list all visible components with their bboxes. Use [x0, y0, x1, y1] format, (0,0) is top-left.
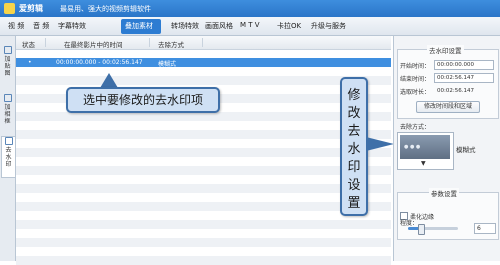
app-window: 爱剪辑 最易用、强大的视频剪辑软件 视 频 音 频 字幕特效 叠加素材 转场特效…: [0, 0, 500, 265]
menu-karaoke[interactable]: 卡拉OK: [277, 21, 301, 31]
empty-row: [16, 238, 391, 247]
frame-icon: [3, 94, 12, 102]
empty-row: [16, 112, 391, 121]
tab-add-frame-label: 加相框: [4, 104, 11, 125]
empty-row: [16, 220, 391, 229]
intensity-input[interactable]: 6: [474, 223, 496, 234]
start-time-label: 开始时间：: [400, 63, 431, 70]
row-status: •: [28, 59, 32, 66]
empty-row: [16, 184, 391, 193]
callout-pointer: [366, 137, 394, 151]
tab-remove-watermark[interactable]: 去水印: [1, 136, 15, 178]
duration-value: 00:02:56.147: [437, 88, 474, 94]
modify-time-region-button[interactable]: 修改时间段和区域: [416, 101, 480, 113]
table-header: 状态 在最终影片中的时间 去除方式: [16, 36, 391, 50]
callout-modify-settings: 修改去水印设置: [340, 77, 368, 216]
menu-video[interactable]: 视 频: [8, 21, 24, 31]
column-method[interactable]: 去除方式: [158, 39, 184, 49]
side-tabs: 加贴图 加相框 去水印: [0, 36, 16, 261]
row-method: 模糊式: [158, 61, 177, 68]
tab-add-frame[interactable]: 加相框: [1, 94, 14, 125]
preview-placeholder-icon: ● ● ●: [404, 144, 421, 150]
menu-transitions[interactable]: 转场特效: [171, 21, 199, 31]
section-title: 去水印设置: [427, 45, 464, 55]
method-value: 模糊式: [456, 146, 476, 154]
tab-add-sticker[interactable]: 加贴图: [1, 46, 14, 77]
menu-audio[interactable]: 音 频: [33, 21, 49, 31]
column-time[interactable]: 在最终影片中的时间: [64, 39, 123, 49]
column-divider: [45, 38, 46, 47]
app-tagline: 最易用、强大的视频剪辑软件: [60, 5, 151, 13]
empty-row: [16, 76, 391, 85]
app-name: 爱剪辑: [19, 4, 43, 13]
app-logo-icon: [4, 3, 15, 14]
menu-mtv[interactable]: M T V: [240, 21, 260, 29]
end-time-label: 结束时间：: [400, 76, 431, 83]
table-row[interactable]: • 00:00:00.000 - 00:02:56.147 模糊式: [16, 58, 391, 68]
callout-select-item: 选中要修改的去水印项: [66, 87, 220, 113]
intensity-slider-thumb[interactable]: [417, 224, 425, 235]
chevron-down-icon[interactable]: ▼: [421, 160, 426, 167]
method-label: 去除方式：: [400, 124, 431, 131]
tab-remove-watermark-label: 去水印: [5, 147, 12, 168]
method-preview-image: ● ● ●: [400, 135, 450, 159]
callout-pointer: [100, 73, 118, 88]
intensity-label: 程度：: [400, 220, 419, 227]
empty-row: [16, 148, 391, 157]
empty-row: [16, 166, 391, 175]
watermark-settings-panel: 去水印设置 开始时间： 00:00:00.000 结束时间： 00:02:56.…: [393, 36, 500, 261]
sticker-icon: [3, 46, 12, 54]
row-time: 00:00:00.000 - 00:02:56.147: [56, 59, 143, 66]
tab-add-sticker-label: 加贴图: [4, 56, 11, 77]
params-title: 参数设置: [429, 188, 459, 198]
column-divider: [202, 38, 203, 47]
empty-row: [16, 130, 391, 139]
menu-picture-style[interactable]: 画面风格: [205, 21, 233, 31]
title-bar: 爱剪辑 最易用、强大的视频剪辑软件: [0, 0, 500, 17]
menu-overlay-materials[interactable]: 叠加素材: [125, 21, 153, 31]
end-time-field[interactable]: 00:02:56.147: [434, 73, 494, 83]
watermark-icon: [4, 137, 13, 145]
column-divider: [149, 38, 150, 47]
empty-row: [16, 202, 391, 211]
watermark-list: 状态 在最终影片中的时间 去除方式 • 00:00:00.000 - 00:02…: [16, 36, 391, 265]
column-status[interactable]: 状态: [22, 39, 35, 49]
menu-subtitle-effects[interactable]: 字幕特效: [58, 21, 86, 31]
method-dropdown[interactable]: ● ● ● ▼: [397, 132, 454, 170]
callout-modify-text: 修改去水印设置: [347, 88, 361, 211]
menu-bar: 视 频 音 频 字幕特效 叠加素材 转场特效 画面风格 M T V 卡拉OK 升…: [0, 17, 500, 36]
menu-upgrade-service[interactable]: 升级与服务: [311, 21, 346, 31]
start-time-field[interactable]: 00:00:00.000: [434, 60, 494, 70]
duration-label: 选取时长：: [400, 89, 431, 96]
